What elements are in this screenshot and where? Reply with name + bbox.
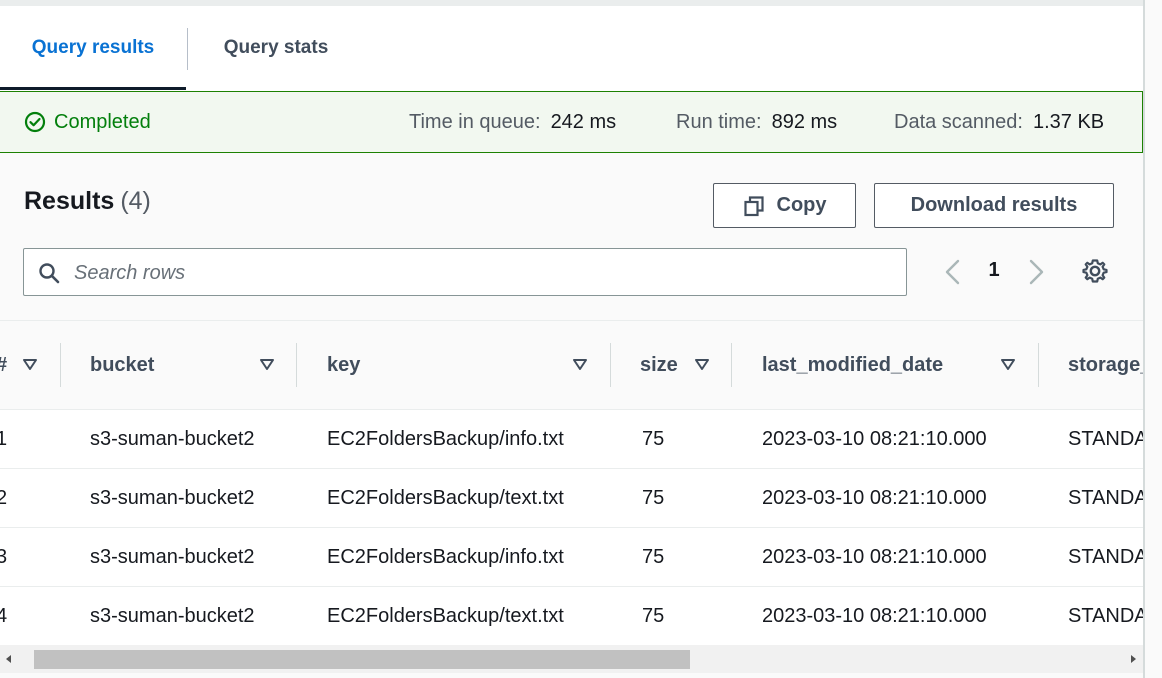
table-row: 4 s3-suman-bucket2 EC2FoldersBackup/text… [0,587,1143,645]
run-time: Run time: 892 ms [676,92,837,152]
cell-storage: STANDA [1068,545,1143,568]
cell-bucket: s3-suman-bucket2 [90,427,255,450]
scroll-right-icon[interactable] [1124,645,1142,673]
column-header-label: # [0,354,7,377]
cell-index: 3 [0,545,8,568]
column-separator [296,343,297,387]
run-time-label: Run time: [676,110,762,133]
column-header-bucket[interactable]: bucket [90,321,154,409]
column-separator [1038,343,1039,387]
data-scanned-value: 1.37 KB [1032,110,1105,133]
cell-last-modified-date: 2023-03-10 08:21:10.000 [762,545,987,568]
cell-bucket: s3-suman-bucket2 [90,604,255,627]
data-scanned: Data scanned: 1.37 KB [894,92,1104,152]
cell-bucket: s3-suman-bucket2 [90,545,255,568]
results-table: # bucket key size last_modified_date [0,320,1143,645]
cell-storage: STANDA [1068,604,1143,627]
table-header: # bucket key size last_modified_date [0,320,1143,410]
column-header-last-modified-date[interactable]: last_modified_date [762,321,943,409]
tab-query-results[interactable]: Query results [0,6,186,90]
query-status-bar: Completed Time in queue: 242 ms Run time… [0,91,1143,153]
cell-index: 1 [0,427,8,450]
column-header-key[interactable]: key [327,321,360,409]
copy-icon [743,195,764,216]
cell-index: 2 [0,486,8,509]
page-number[interactable]: 1 [982,259,1006,287]
column-separator [610,343,611,387]
search-input[interactable] [72,249,896,297]
search-icon [39,263,60,284]
cell-storage: STANDA [1068,486,1143,509]
download-results-button[interactable]: Download results [874,183,1114,228]
scroll-left-icon[interactable] [0,645,18,673]
time-in-queue-value: 242 ms [550,110,617,133]
outer-margin [1145,0,1162,678]
sort-icon[interactable] [22,357,38,373]
horizontal-scrollbar[interactable] [0,645,1143,673]
check-circle-icon [24,111,46,133]
cell-size: 75 [642,545,665,568]
data-scanned-label: Data scanned: [894,110,1023,133]
sort-icon[interactable] [1000,357,1016,373]
cell-bucket: s3-suman-bucket2 [90,486,255,509]
status-completed: Completed [24,92,151,152]
cell-key: EC2FoldersBackup/text.txt [327,486,564,509]
tab-bar: Query results Query stats [0,6,1143,90]
cell-index: 4 [0,604,8,627]
results-panel: Results(4) Copy Download results 1 # [0,153,1143,678]
cell-storage: STANDA [1068,427,1143,450]
cell-key: EC2FoldersBackup/text.txt [327,604,564,627]
column-header-label: size [640,353,678,376]
cell-size: 75 [642,604,665,627]
column-header-label: key [327,353,361,376]
run-time-value: 892 ms [771,110,838,133]
column-header-size[interactable]: size [640,321,678,409]
previous-page-icon[interactable] [941,258,965,286]
sort-icon[interactable] [694,357,710,373]
download-label: Download results [910,194,1078,216]
time-in-queue-label: Time in queue: [409,110,541,133]
status-text: Completed [54,110,151,133]
cell-size: 75 [642,427,665,450]
cell-key: EC2FoldersBackup/info.txt [327,427,564,450]
scrollbar-thumb[interactable] [34,650,690,669]
cell-last-modified-date: 2023-03-10 08:21:10.000 [762,427,987,450]
copy-label: Copy [776,194,827,216]
cell-key: EC2FoldersBackup/info.txt [327,545,564,568]
results-heading: Results (4) [24,187,151,216]
cell-size: 75 [642,486,665,509]
cell-last-modified-date: 2023-03-10 08:21:10.000 [762,486,987,509]
table-row: 3 s3-suman-bucket2 EC2FoldersBackup/info… [0,528,1143,587]
results-title: Results [24,187,115,215]
column-header-label: last_modified_date [762,353,944,376]
next-page-icon[interactable] [1024,258,1048,286]
sort-icon[interactable] [259,357,275,373]
time-in-queue: Time in queue: 242 ms [409,92,616,152]
gear-icon[interactable] [1082,258,1108,284]
table-row: 1 s3-suman-bucket2 EC2FoldersBackup/info… [0,410,1143,469]
results-count: (4) [120,187,151,215]
search-field [23,248,907,297]
cell-last-modified-date: 2023-03-10 08:21:10.000 [762,604,987,627]
column-header-label: bucket [90,353,155,376]
copy-button[interactable]: Copy [713,183,856,228]
bottom-border [0,673,1143,678]
column-header-label: storage_ [1068,353,1143,376]
active-tab-indicator [0,87,186,90]
column-separator [731,343,732,387]
column-separator [60,343,61,387]
table-row: 2 s3-suman-bucket2 EC2FoldersBackup/text… [0,469,1143,528]
column-header-index[interactable]: # [0,321,7,409]
sort-icon[interactable] [572,357,588,373]
tab-query-stats[interactable]: Query stats [188,6,364,90]
column-header-storage[interactable]: storage_ [1068,321,1143,409]
